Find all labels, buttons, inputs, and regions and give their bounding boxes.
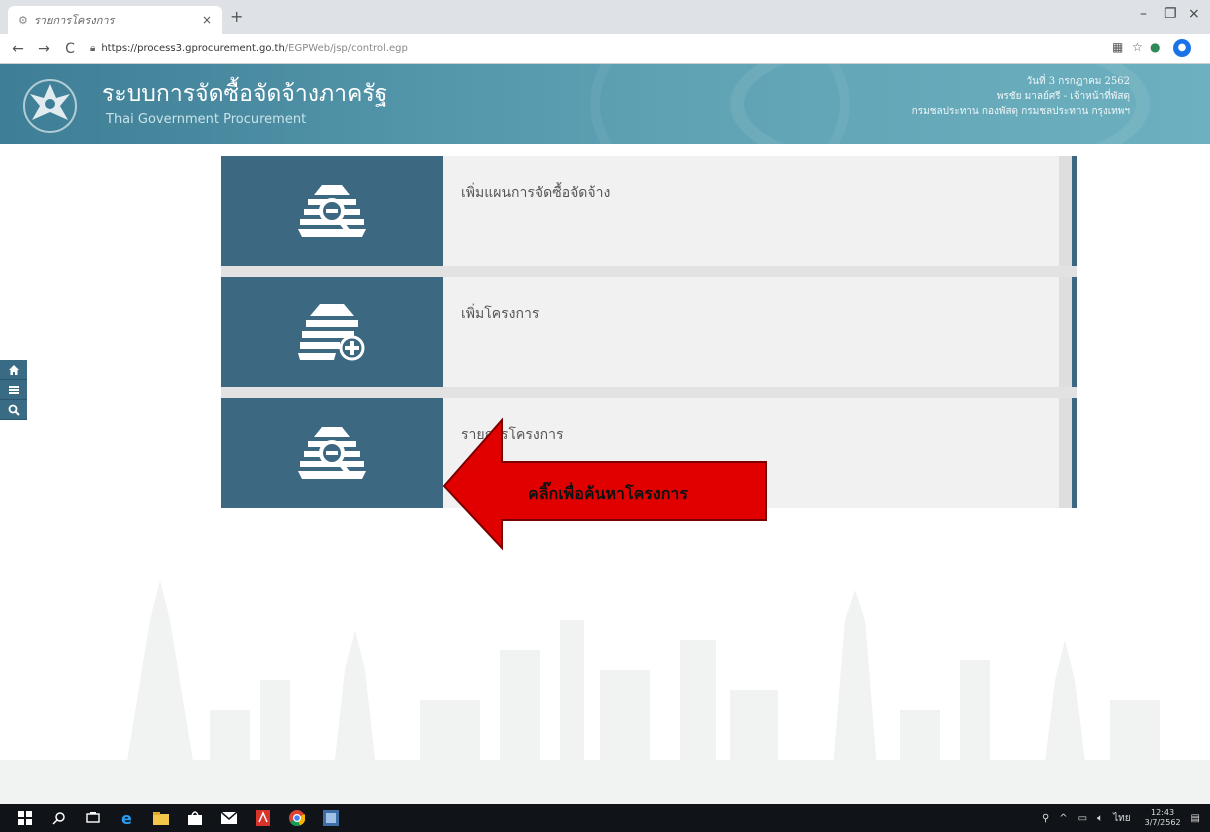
mail-icon[interactable] — [220, 809, 238, 827]
notification-icon[interactable]: ▤ — [1191, 813, 1200, 824]
bookmark-star-icon[interactable]: ☆ — [1132, 40, 1143, 54]
card-edge — [1059, 398, 1077, 508]
card-separator — [221, 387, 1077, 398]
new-tab-button[interactable]: + — [230, 7, 243, 26]
browser-tab-bar: ⚙ รายการโครงการ × + – ❐ × — [0, 0, 1210, 34]
svg-text:e: e — [121, 810, 132, 826]
current-date: วันที่ 3 กรกฎาคม 2562 — [1026, 76, 1130, 87]
file-explorer-icon[interactable] — [152, 809, 170, 827]
app-icon[interactable] — [322, 809, 340, 827]
store-icon[interactable] — [186, 809, 204, 827]
site-subtitle: Thai Government Procurement — [106, 112, 307, 127]
window-close-button[interactable]: × — [1188, 6, 1200, 22]
clock-time: 12:43 — [1151, 808, 1175, 817]
card-separator — [221, 266, 1077, 277]
reload-icon[interactable]: C — [62, 41, 78, 57]
url-host: https://process3.gprocurement.go.th — [101, 43, 285, 54]
os-taskbar: e — [0, 804, 1210, 832]
chrome-icon[interactable] — [288, 809, 306, 827]
skyline-background — [0, 580, 1210, 804]
minimize-button[interactable]: – — [1140, 6, 1147, 22]
edge-browser-icon[interactable]: e — [118, 809, 136, 827]
card-icon-box — [221, 277, 443, 387]
show-hidden-icon[interactable]: ^ — [1059, 813, 1067, 824]
user-info: วันที่ 3 กรกฎาคม 2562 พรชัย มาลย์ศรี - เ… — [912, 74, 1130, 119]
user-org: กรมชลประทาน กองพัสดุ กรมชลประทาน กรุงเทพ… — [911, 106, 1130, 117]
tab-title: รายการโครงการ — [33, 14, 115, 27]
volume-icon[interactable]: 🔈︎ — [1097, 813, 1103, 824]
favicon-icon: ⚙ — [18, 13, 28, 27]
garuda-logo-icon — [23, 79, 77, 133]
people-icon[interactable]: ⚲ — [1042, 813, 1049, 824]
forward-icon[interactable]: → — [36, 41, 52, 57]
address-bar: ← → C 🔒︎ https://process3.gprocurement.g… — [0, 34, 1210, 64]
header-pattern-2 — [590, 64, 850, 144]
tab-close-button[interactable]: × — [202, 13, 212, 27]
card-edge — [1059, 277, 1077, 387]
search-stack-icon — [298, 427, 366, 479]
clock-date: 3/7/2562 — [1144, 818, 1181, 827]
add-stack-icon — [298, 304, 365, 361]
site-title: ระบบการจัดซื้อจัดจ้างภาครัฐ — [102, 81, 388, 107]
menu-icon[interactable] — [0, 380, 27, 400]
card-icon-box — [221, 156, 443, 266]
clock[interactable]: 12:43 3/7/2562 — [1145, 808, 1181, 828]
windows-start-icon[interactable] — [16, 809, 34, 827]
profile-avatar-icon[interactable]: ● — [1173, 39, 1191, 57]
extension-icon[interactable]: ● — [1150, 40, 1160, 54]
user-name: พรชัย มาลย์ศรี - เจ้าหน้าที่พัสดุ — [996, 91, 1130, 102]
url-path: /EGPWeb/jsp/control.egp — [284, 43, 408, 54]
translate-icon[interactable]: ▦ — [1112, 40, 1123, 54]
side-toolbar — [0, 360, 27, 420]
lock-icon: 🔒︎ — [90, 43, 96, 54]
home-icon[interactable] — [0, 360, 27, 380]
search-icon[interactable] — [50, 809, 68, 827]
task-view-icon[interactable] — [84, 809, 102, 827]
search-icon[interactable] — [0, 400, 27, 420]
card-label: เพิ่มโครงการ — [461, 306, 540, 322]
language-indicator[interactable]: ไทย — [1113, 811, 1130, 826]
card-add-procurement-plan[interactable]: เพิ่มแผนการจัดซื้อจัดจ้าง — [221, 156, 1077, 266]
network-icon[interactable]: ▭ — [1078, 813, 1087, 824]
restore-button[interactable]: ❐ — [1164, 6, 1177, 22]
system-tray: ⚲ ^ ▭ 🔈︎ ไทย 12:43 3/7/2562 ▤ — [1032, 806, 1200, 830]
pdf-reader-icon[interactable] — [254, 809, 272, 827]
site-header: ระบบการจัดซื้อจัดจ้างภาครัฐ Thai Governm… — [0, 64, 1210, 144]
card-add-project[interactable]: เพิ่มโครงการ — [221, 277, 1077, 387]
back-icon[interactable]: ← — [10, 41, 26, 57]
callout-text: คลิ๊กเพื่อค้นหาโครงการ — [528, 484, 688, 503]
card-label: เพิ่มแผนการจัดซื้อจัดจ้าง — [461, 185, 611, 201]
browser-tab[interactable]: ⚙ รายการโครงการ × — [8, 6, 222, 34]
card-edge — [1059, 156, 1077, 266]
url-field[interactable]: 🔒︎ https://process3.gprocurement.go.th/E… — [90, 43, 408, 54]
search-stack-icon — [298, 185, 366, 237]
card-icon-box — [221, 398, 443, 508]
